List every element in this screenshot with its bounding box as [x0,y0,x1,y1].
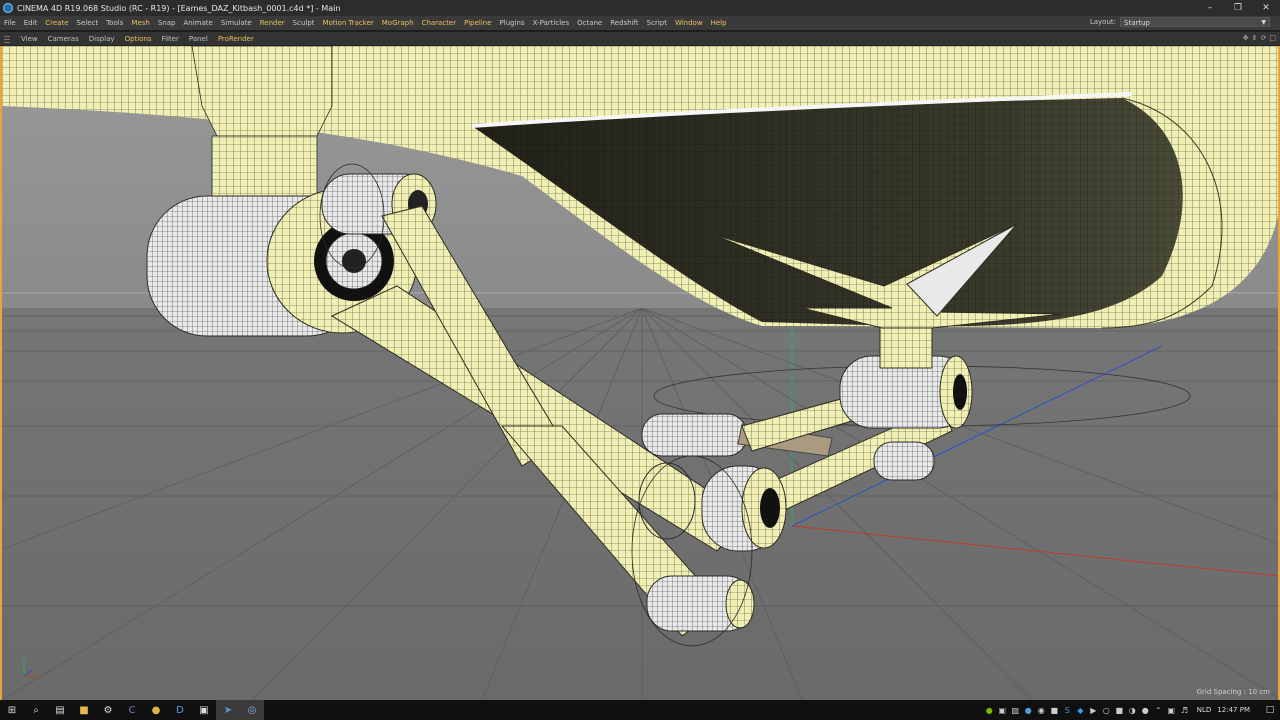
menu-x-particles[interactable]: X-Particles [529,19,573,27]
toggle-view-icon[interactable]: □ [1269,34,1276,42]
menu-tools[interactable]: Tools [102,19,127,27]
menu-simulate[interactable]: Simulate [217,19,256,27]
app-icon[interactable]: ▧ [1009,700,1022,720]
joint-right-small [873,441,935,481]
settings-icon[interactable]: ⚙ [96,700,120,720]
menu-mograph[interactable]: MoGraph [378,19,418,27]
layout-dropdown[interactable]: Startup ▼ [1120,17,1270,27]
menu-character[interactable]: Character [418,19,461,27]
viewport-menu-prorender[interactable]: ProRender [213,35,259,43]
nvidia-icon[interactable]: ● [983,700,996,720]
viewport-menu-options[interactable]: Options [120,35,157,43]
menu-select[interactable]: Select [73,19,103,27]
system-tray: ● ▣ ▧ ● ◉ ■ S ◆ ▶ ○ ■ ◑ ● ⌃ ▣ ♬ NLD 12:4… [983,700,1280,720]
menu-render[interactable]: Render [256,19,289,27]
network-icon[interactable]: ▣ [1165,700,1178,720]
input-language[interactable]: NLD [1197,706,1212,714]
app-icon[interactable]: ■ [1048,700,1061,720]
viewport-menu-display[interactable]: Display [84,35,120,43]
viewport-menu-bar: View Cameras Display Options Filter Pane… [0,32,1280,46]
menu-motion-tracker[interactable]: Motion Tracker [319,19,378,27]
menu-script[interactable]: Script [643,19,671,27]
start-icon[interactable]: ⊞ [0,700,24,720]
close-button[interactable]: ✕ [1252,0,1280,16]
menu-plugins[interactable]: Plugins [496,19,529,27]
skype-icon[interactable]: S [1061,700,1074,720]
cinema4d-logo-icon [3,3,13,13]
window-app-icon[interactable]: ▣ [192,700,216,720]
shock-rod-housing [641,413,748,457]
file-explorer-icon[interactable]: ■ [72,700,96,720]
menu-mesh[interactable]: Mesh [127,19,153,27]
windows-taskbar: ⊞ ⌕ ▤ ■ ⚙ C ● D ▣ ➤ ◎ ● ▣ ▧ ● ◉ ■ S ◆ ▶ … [0,700,1280,720]
layout-label: Layout: [1089,18,1116,26]
menu-pipeline[interactable]: Pipeline [460,19,495,27]
viewport-menu-cameras[interactable]: Cameras [43,35,84,43]
menu-snap[interactable]: Snap [154,19,180,27]
app-icon[interactable]: ◑ [1126,700,1139,720]
cinema4d-icon[interactable]: ◎ [240,700,264,720]
app-icon[interactable]: ○ [1100,700,1113,720]
drive-icon[interactable]: ▣ [996,700,1009,720]
minimize-button[interactable]: – [1196,0,1224,16]
viewport-canvas [2,46,1278,700]
title-bar: CINEMA 4D R19.068 Studio (RC - R19) - [E… [0,0,1280,16]
chevron-up-icon[interactable]: ⌃ [1152,700,1165,720]
3d-viewport[interactable]: Grid Spacing : 10 cm [0,46,1280,700]
menu-sculpt[interactable]: Sculpt [289,19,319,27]
restore-button[interactable]: ❐ [1224,0,1252,16]
menu-file[interactable]: File [0,19,20,27]
volume-icon[interactable]: ♬ [1178,700,1191,720]
rotate-view-icon[interactable]: ⟳ [1261,34,1267,42]
app-c-icon[interactable]: C [120,700,144,720]
window-controls: – ❐ ✕ [1196,0,1280,16]
app-icon[interactable]: ■ [1113,700,1126,720]
menu-window[interactable]: Window [671,19,707,27]
dropbox-icon[interactable]: ◆ [1074,700,1087,720]
main-menu-bar: File Edit Create Select Tools Mesh Snap … [0,16,1280,30]
viewport-menu-filter[interactable]: Filter [157,35,184,43]
menu-help[interactable]: Help [707,19,731,27]
viewport-nav-icons: ✥ ⇕ ⟳ □ [1243,34,1276,42]
viewport-menu-view[interactable]: View [16,35,43,43]
menu-create[interactable]: Create [41,19,72,27]
move-view-icon[interactable]: ✥ [1243,34,1249,42]
layout-value: Startup [1124,19,1150,27]
app-icon[interactable]: ▶ [1087,700,1100,720]
chrome-icon[interactable]: ● [144,700,168,720]
notification-icon[interactable]: □ [1260,700,1280,720]
daz-icon[interactable]: D [168,700,192,720]
steam-icon[interactable]: ◉ [1035,700,1048,720]
clock[interactable]: 12:47 PM [1217,706,1250,714]
menu-redshift[interactable]: Redshift [606,19,642,27]
app-icon[interactable]: ● [1022,700,1035,720]
mount-column-left [191,46,333,137]
telegram-icon[interactable]: ➤ [216,700,240,720]
viewport-menu-panel[interactable]: Panel [184,35,213,43]
menu-octane[interactable]: Octane [573,19,606,27]
search-icon[interactable]: ⌕ [24,700,48,720]
panel-grip-handle[interactable] [4,34,10,43]
layout-selector: Layout: Startup ▼ [1090,17,1270,27]
window-title: CINEMA 4D R19.068 Studio (RC - R19) - [E… [17,3,341,13]
zoom-view-icon[interactable]: ⇕ [1252,34,1258,42]
grid-spacing-label: Grid Spacing : 10 cm [1196,688,1270,696]
chevron-down-icon: ▼ [1261,19,1266,26]
task-view-icon[interactable]: ▤ [48,700,72,720]
menu-edit[interactable]: Edit [20,19,42,27]
menu-animate[interactable]: Animate [179,19,216,27]
app-icon[interactable]: ● [1139,700,1152,720]
